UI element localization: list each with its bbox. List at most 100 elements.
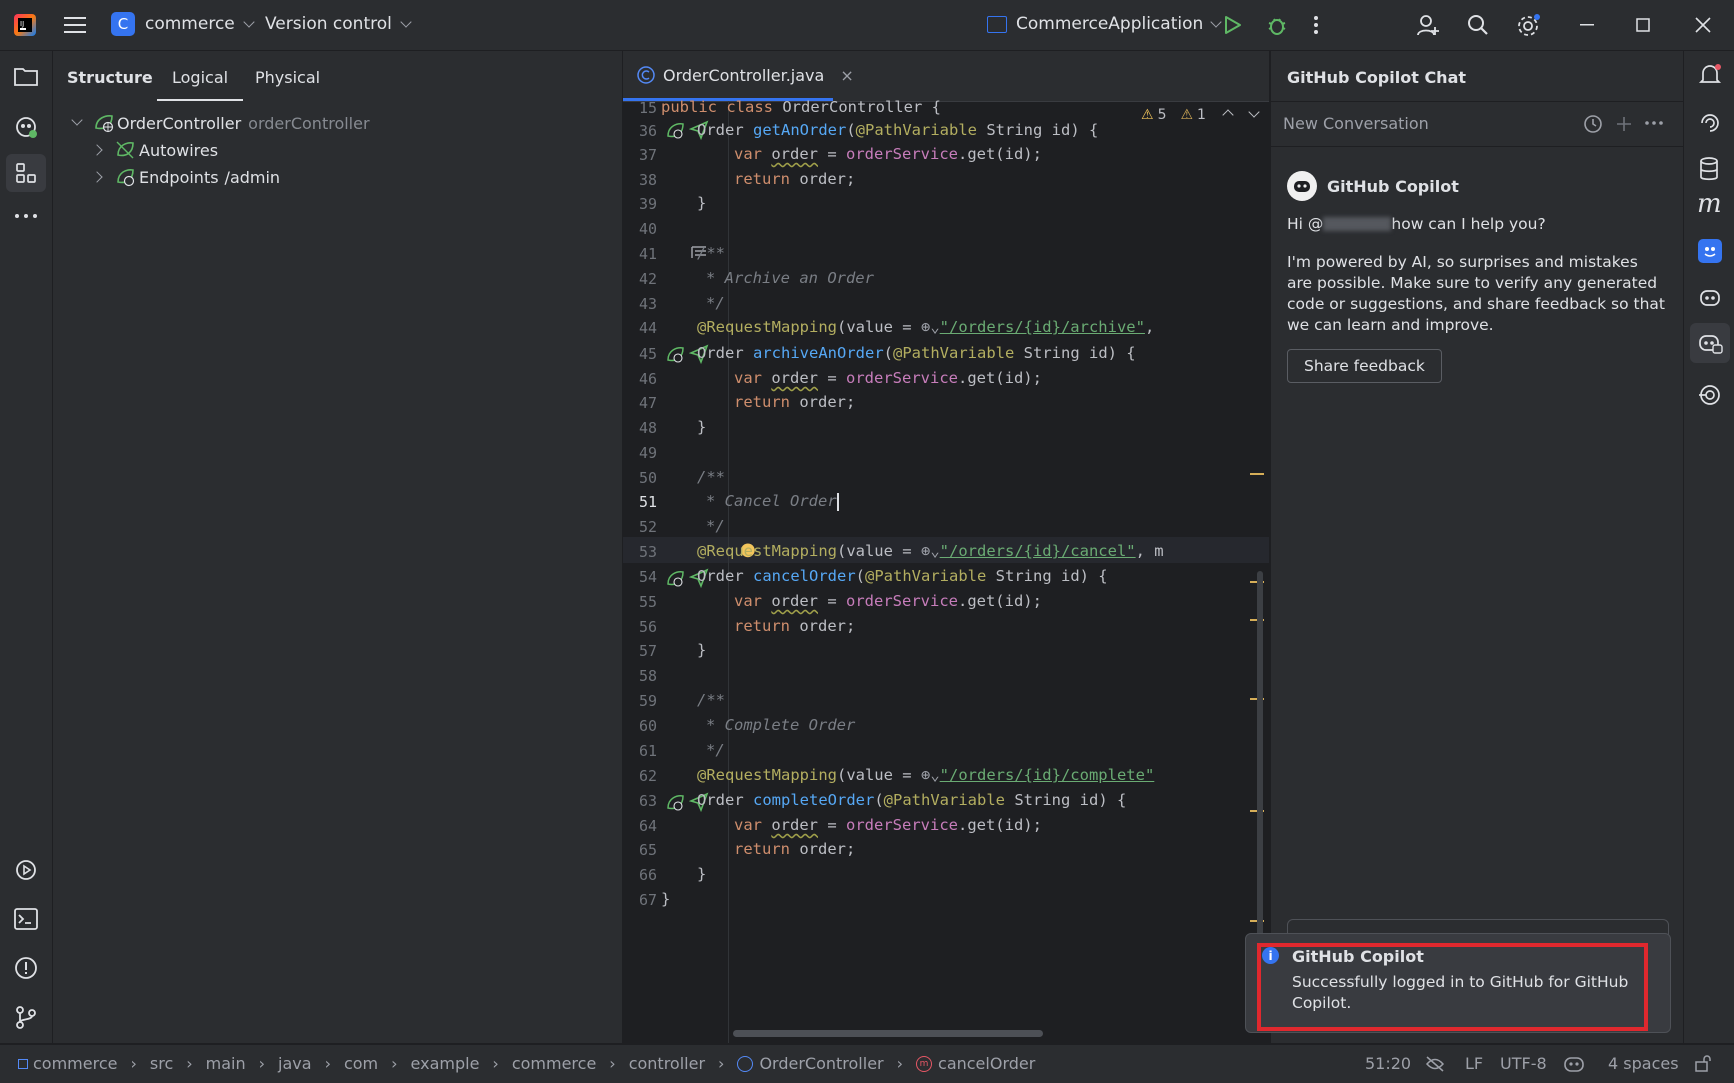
git-branch-icon[interactable] bbox=[13, 1004, 39, 1030]
endpoints-tool-icon[interactable] bbox=[1698, 383, 1722, 407]
breadcrumb-separator-icon: › bbox=[896, 1054, 904, 1073]
line-number: 48 bbox=[638, 419, 657, 437]
add-user-icon[interactable] bbox=[1415, 12, 1441, 38]
tree-root-label: OrderController bbox=[117, 113, 242, 133]
copilot-chat-icon[interactable] bbox=[1690, 323, 1730, 363]
line-number: 60 bbox=[638, 717, 657, 735]
spring-beans-icon[interactable] bbox=[13, 114, 39, 140]
editor-tab-bar: OrderController.java × bbox=[623, 51, 1269, 102]
bean-gutter-icon[interactable] bbox=[665, 569, 685, 589]
chevron-right-icon bbox=[91, 144, 103, 156]
line-number: 55 bbox=[638, 593, 657, 611]
breadcrumb-item[interactable]: java bbox=[278, 1054, 312, 1073]
maven-icon[interactable]: m bbox=[1697, 189, 1722, 219]
breadcrumb-item[interactable]: commerce bbox=[512, 1054, 596, 1073]
line-number: 36 bbox=[638, 122, 657, 140]
code-line-38: return order; bbox=[734, 170, 856, 188]
tab-physical[interactable]: Physical bbox=[255, 68, 320, 87]
left-tool-window-strip bbox=[0, 51, 53, 1043]
caret-position[interactable]: 51:20 bbox=[1365, 1054, 1411, 1073]
plugin-tool-icon[interactable] bbox=[1698, 239, 1722, 263]
breadcrumb-item[interactable]: src bbox=[150, 1054, 173, 1073]
services-icon[interactable] bbox=[13, 857, 39, 883]
line-number: 44 bbox=[638, 319, 657, 337]
indent-setting[interactable]: 4 spaces bbox=[1608, 1054, 1679, 1073]
editor-content: ⚠ 5 ⚠ 1 15 36 37 38 39 40 41 42 43 44 45 46 47 48 49 50… bbox=[623, 98, 1269, 1043]
editor-tab-order-controller[interactable]: OrderController.java × bbox=[637, 51, 854, 99]
breadcrumb-item[interactable]: commerce bbox=[33, 1054, 117, 1073]
file-encoding[interactable]: UTF-8 bbox=[1500, 1054, 1547, 1073]
line-number: 53 bbox=[638, 543, 657, 561]
breadcrumb-separator-icon: › bbox=[130, 1054, 137, 1073]
error-stripe-marker[interactable] bbox=[1250, 473, 1264, 475]
breadcrumb: commerce › src › main › java › com › exa… bbox=[18, 1054, 1035, 1073]
ai-assistant-icon[interactable] bbox=[1698, 111, 1722, 135]
breadcrumb-item[interactable]: OrderController bbox=[759, 1054, 883, 1073]
problems-icon[interactable] bbox=[13, 955, 39, 981]
breadcrumb-item[interactable]: example bbox=[411, 1054, 480, 1073]
copilot-icon[interactable] bbox=[1698, 285, 1722, 309]
terminal-icon[interactable] bbox=[13, 906, 39, 932]
share-feedback-button[interactable]: Share feedback bbox=[1287, 349, 1442, 383]
line-ending[interactable]: LF bbox=[1465, 1054, 1483, 1073]
database-icon[interactable] bbox=[1698, 157, 1720, 181]
main-menu-icon[interactable] bbox=[62, 13, 88, 37]
debug-icon[interactable] bbox=[1265, 13, 1289, 37]
run-icon[interactable] bbox=[1222, 14, 1244, 36]
readonly-lock-icon[interactable] bbox=[1694, 1054, 1712, 1072]
tab-logical[interactable]: Logical bbox=[172, 68, 228, 87]
settings-gear-icon[interactable] bbox=[1514, 12, 1542, 40]
breadcrumb-item[interactable]: controller bbox=[629, 1054, 705, 1073]
project-initial-badge: C bbox=[111, 12, 135, 36]
bean-gutter-icon[interactable] bbox=[665, 121, 685, 141]
search-icon[interactable] bbox=[1465, 12, 1491, 38]
version-control-menu[interactable]: Version control bbox=[265, 14, 412, 34]
copilot-status-icon[interactable] bbox=[1563, 1054, 1585, 1074]
app-logo-icon[interactable]: IJ bbox=[13, 13, 37, 37]
tree-row-autowires[interactable]: Autowires bbox=[91, 137, 218, 163]
chevron-down-icon bbox=[400, 16, 412, 28]
line-number: 57 bbox=[638, 642, 657, 660]
editor-tab-label: OrderController.java bbox=[663, 65, 825, 85]
structure-icon[interactable] bbox=[6, 154, 46, 192]
inspection-widget[interactable]: ⚠ 5 ⚠ 1 bbox=[1141, 106, 1260, 123]
tab-structure[interactable]: Structure bbox=[67, 68, 153, 87]
next-highlight-icon[interactable] bbox=[1248, 106, 1260, 118]
tab-logical-underline bbox=[157, 99, 243, 101]
maximize-icon[interactable] bbox=[1632, 14, 1654, 36]
tree-row-endpoints[interactable]: Endpoints /admin bbox=[91, 164, 280, 190]
run-config-name: CommerceApplication bbox=[1016, 14, 1204, 34]
breadcrumb-item[interactable]: com bbox=[344, 1054, 378, 1073]
inspections-off-icon[interactable] bbox=[1425, 1055, 1445, 1073]
previous-highlight-icon[interactable] bbox=[1222, 109, 1234, 121]
close-window-icon[interactable] bbox=[1692, 14, 1714, 36]
vertical-scrollbar-thumb[interactable] bbox=[1257, 571, 1263, 941]
project-folder-icon[interactable] bbox=[13, 64, 39, 88]
notifications-bell-icon[interactable] bbox=[1698, 63, 1722, 87]
horizontal-scrollbar-thumb[interactable] bbox=[733, 1030, 1043, 1037]
more-actions-icon[interactable] bbox=[1310, 13, 1322, 37]
bean-gutter-icon[interactable] bbox=[665, 345, 685, 365]
tree-row-order-controller[interactable]: OrderController orderController bbox=[69, 110, 370, 136]
bean-gutter-icon[interactable] bbox=[665, 793, 685, 813]
code-line-66: } bbox=[697, 865, 707, 883]
more-tool-windows-icon[interactable] bbox=[13, 206, 39, 226]
line-number: 52 bbox=[638, 518, 657, 536]
project-selector[interactable]: C commerce bbox=[111, 12, 255, 36]
code-line-51: * Cancel Order bbox=[706, 492, 839, 511]
history-icon[interactable] bbox=[1583, 114, 1603, 134]
minimize-icon[interactable] bbox=[1576, 14, 1598, 36]
line-number: 64 bbox=[638, 817, 657, 835]
breadcrumb-item[interactable]: main bbox=[206, 1054, 246, 1073]
more-options-icon[interactable] bbox=[1645, 121, 1663, 125]
breadcrumb-separator-icon: › bbox=[492, 1054, 499, 1073]
warning-icon: ⚠ bbox=[1141, 107, 1154, 123]
run-configuration-selector[interactable]: CommerceApplication bbox=[987, 14, 1222, 34]
warning-count: 5 bbox=[1157, 107, 1167, 123]
chevron-down-icon bbox=[243, 16, 255, 28]
new-chat-icon[interactable] bbox=[1614, 114, 1634, 134]
chevron-right-icon bbox=[91, 171, 103, 183]
breadcrumb-item[interactable]: cancelOrder bbox=[938, 1054, 1035, 1073]
close-tab-icon[interactable]: × bbox=[840, 66, 853, 85]
line-number: 43 bbox=[638, 295, 657, 313]
